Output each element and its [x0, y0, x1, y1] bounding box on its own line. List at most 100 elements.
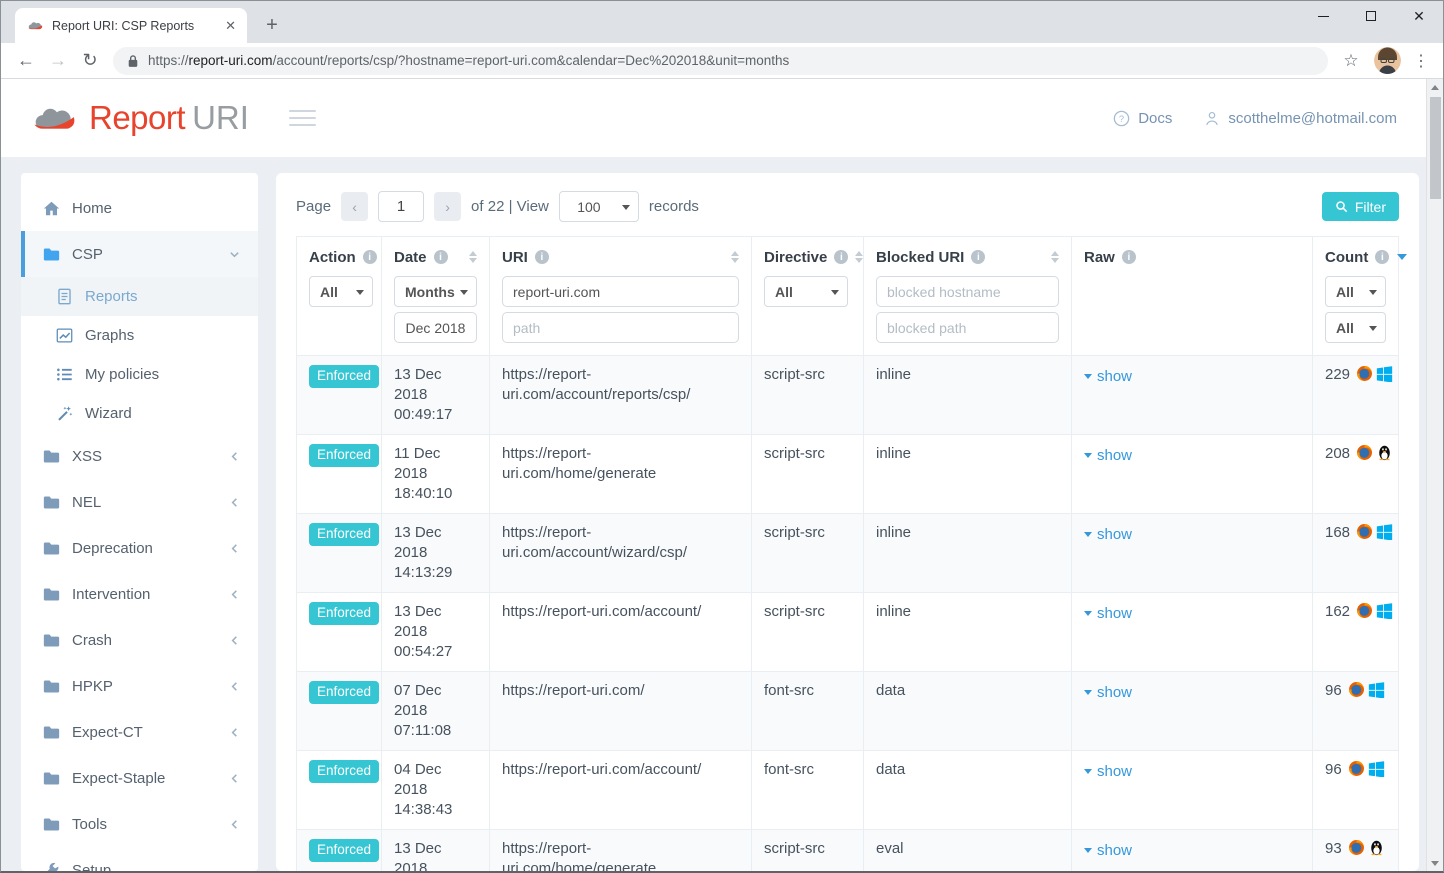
profile-avatar[interactable] — [1374, 47, 1401, 74]
sidebar-item-setup[interactable]: Setup — [21, 847, 258, 871]
window-close-button[interactable]: ✕ — [1395, 1, 1443, 31]
table-row: Enforced04 Dec 201814:38:43https://repor… — [297, 751, 1399, 830]
sidebar-item-xss[interactable]: XSS — [21, 433, 258, 479]
info-icon[interactable]: i — [434, 250, 448, 264]
raw-cell: show — [1072, 830, 1313, 872]
column-header-blocked-uri[interactable]: Blocked URIi — [864, 237, 1072, 356]
blocked-uri-cell: eval — [864, 830, 1072, 872]
page-scrollbar[interactable] — [1426, 79, 1443, 871]
cloud-logo-icon — [29, 100, 81, 136]
scroll-up-icon[interactable] — [1427, 79, 1443, 95]
column-header-count[interactable]: Counti All All — [1313, 237, 1399, 356]
window-minimize-button[interactable] — [1299, 1, 1347, 31]
address-bar[interactable]: https://report-uri.com/account/reports/c… — [113, 47, 1328, 75]
chevron-left-icon — [229, 589, 240, 600]
sidebar-item-hpkp[interactable]: HPKP — [21, 663, 258, 709]
tab-close-icon[interactable]: ✕ — [220, 17, 241, 35]
action-filter-select[interactable]: All — [309, 276, 373, 307]
next-page-button[interactable]: › — [434, 192, 461, 221]
browser-toolbar: ← → ↻ https://report-uri.com/account/rep… — [1, 43, 1443, 79]
show-raw-link[interactable]: show — [1084, 446, 1132, 466]
sidebar-item-nel[interactable]: NEL — [21, 479, 258, 525]
docs-link[interactable]: ? Docs — [1113, 110, 1172, 127]
sort-icons — [855, 251, 863, 263]
brand-uri: URI — [192, 99, 249, 137]
sidebar-item-label: Home — [72, 200, 112, 217]
sidebar-item-deprecation[interactable]: Deprecation — [21, 525, 258, 571]
date-unit-select[interactable]: Months — [394, 276, 477, 307]
date-filter-input[interactable] — [394, 312, 477, 343]
folder-icon — [43, 586, 60, 603]
show-raw-link[interactable]: show — [1084, 683, 1132, 703]
linux-icon — [1376, 444, 1393, 461]
blocked-hostname-input[interactable] — [876, 276, 1059, 307]
sidebar-item-expect-ct[interactable]: Expect-CT — [21, 709, 258, 755]
uri-path-input[interactable] — [502, 312, 739, 343]
browser-tab[interactable]: Report URI: CSP Reports ✕ — [15, 8, 247, 43]
info-icon[interactable]: i — [363, 250, 377, 264]
directive-filter-select[interactable]: All — [764, 276, 848, 307]
raw-cell: show — [1072, 672, 1313, 751]
browser-menu-icon[interactable]: ⋮ — [1409, 51, 1433, 71]
refresh-button[interactable]: ↻ — [75, 47, 105, 75]
svg-text:?: ? — [1119, 113, 1124, 123]
count-filter-select-1[interactable]: All — [1325, 276, 1386, 307]
sidebar-item-reports[interactable]: Reports — [21, 277, 258, 316]
sort-descending-icon — [1397, 254, 1407, 260]
info-icon[interactable]: i — [1122, 250, 1136, 264]
chevron-left-icon — [229, 451, 240, 462]
uri-hostname-input[interactable] — [502, 276, 739, 307]
forward-button[interactable]: → — [43, 47, 73, 75]
back-button[interactable]: ← — [11, 47, 41, 75]
uri-cell: https://report-uri.com/account/wizard/cs… — [490, 514, 752, 593]
uri-cell: https://report-uri.com/ — [490, 672, 752, 751]
info-icon[interactable]: i — [834, 250, 848, 264]
count-filter-select-2[interactable]: All — [1325, 312, 1386, 343]
sort-icons — [469, 251, 477, 263]
sidebar-item-wizard[interactable]: Wizard — [21, 394, 258, 433]
account-link[interactable]: scotthelme@hotmail.com — [1204, 110, 1397, 127]
info-icon[interactable]: i — [971, 250, 985, 264]
report-uri-favicon — [27, 17, 44, 34]
show-raw-link[interactable]: show — [1084, 604, 1132, 624]
info-icon[interactable]: i — [1375, 250, 1389, 264]
page-label: Page — [296, 198, 331, 215]
prev-page-button[interactable]: ‹ — [341, 192, 368, 221]
window-maximize-button[interactable] — [1347, 1, 1395, 31]
show-raw-link[interactable]: show — [1084, 525, 1132, 545]
filter-button[interactable]: Filter — [1322, 192, 1399, 221]
show-raw-link[interactable]: show — [1084, 841, 1132, 861]
bookmark-star-icon[interactable]: ☆ — [1336, 47, 1366, 75]
scroll-down-icon[interactable] — [1427, 855, 1443, 871]
folder-icon — [43, 448, 60, 465]
column-header-uri[interactable]: URIi — [490, 237, 752, 356]
sidebar-item-graphs[interactable]: Graphs — [21, 316, 258, 355]
show-raw-link[interactable]: show — [1084, 762, 1132, 782]
sidebar-item-csp[interactable]: CSP — [21, 231, 258, 277]
date-cell: 13 Dec 201814:13:29 — [382, 514, 490, 593]
sidebar-toggle-icon[interactable] — [289, 110, 316, 126]
new-tab-button[interactable]: + — [259, 12, 285, 38]
info-icon[interactable]: i — [535, 250, 549, 264]
blocked-path-input[interactable] — [876, 312, 1059, 343]
table-row: Enforced13 Dec 201800:54:27https://repor… — [297, 593, 1399, 672]
sidebar-item-crash[interactable]: Crash — [21, 617, 258, 663]
header-links: ? Docs scotthelme@hotmail.com — [1113, 110, 1397, 127]
page-number-input[interactable] — [378, 191, 424, 222]
column-header-date[interactable]: Datei Months — [382, 237, 490, 356]
show-raw-link[interactable]: show — [1084, 367, 1132, 387]
column-header-directive[interactable]: Directivei All — [752, 237, 864, 356]
sidebar-item-expect-staple[interactable]: Expect-Staple — [21, 755, 258, 801]
sidebar-item-home[interactable]: Home — [21, 185, 258, 231]
linux-icon — [1368, 839, 1385, 856]
sidebar-item-my-policies[interactable]: My policies — [21, 355, 258, 394]
scrollbar-thumb[interactable] — [1430, 97, 1441, 199]
wrench-icon — [43, 862, 60, 872]
sidebar-item-intervention[interactable]: Intervention — [21, 571, 258, 617]
report-uri-logo[interactable]: Report URI — [29, 99, 249, 137]
sidebar-item-tools[interactable]: Tools — [21, 801, 258, 847]
uri-cell: https://report-uri.com/account/reports/c… — [490, 356, 752, 435]
uri-cell: https://report-uri.com/home/generate — [490, 830, 752, 872]
records-per-page-select[interactable]: 100 — [559, 191, 639, 222]
sidebar-item-label: NEL — [72, 494, 101, 511]
